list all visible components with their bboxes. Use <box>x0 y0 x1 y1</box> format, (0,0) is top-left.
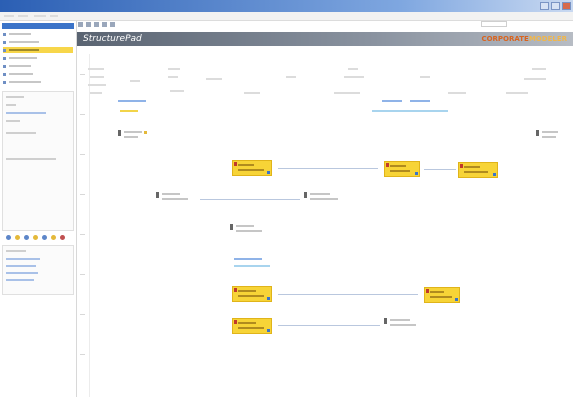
sidebar-item-icon <box>3 41 6 44</box>
connector-line <box>278 168 378 169</box>
tool-icon[interactable] <box>15 235 20 240</box>
sidebar-item-icon <box>3 65 6 68</box>
vertical-ruler <box>77 54 90 397</box>
layer-item[interactable] <box>6 265 36 267</box>
connector-line <box>200 199 300 200</box>
sidebar <box>0 21 77 397</box>
layer-item[interactable] <box>6 272 38 274</box>
sidebar-item-7[interactable] <box>3 79 73 85</box>
diagram-node[interactable] <box>536 130 570 142</box>
back-icon[interactable] <box>78 22 83 27</box>
panel-label <box>6 104 16 106</box>
highlighted-node[interactable] <box>458 162 498 178</box>
tool-icon[interactable] <box>24 235 29 240</box>
brand-logo: CORPORATEMODELER <box>481 35 567 43</box>
tool-palette <box>6 235 72 241</box>
tool-icon[interactable] <box>60 235 65 240</box>
sidebar-item-4[interactable] <box>3 55 73 61</box>
diagram-node[interactable] <box>384 318 424 330</box>
sidebar-item-icon <box>3 73 6 76</box>
panel-label <box>6 96 24 98</box>
sidebar-item-icon <box>3 81 6 84</box>
sidebar-item-icon <box>3 33 6 36</box>
diagram-node[interactable] <box>230 224 274 236</box>
diagram-node[interactable] <box>156 192 196 204</box>
column-link[interactable] <box>382 100 402 102</box>
sidebar-item-1[interactable] <box>3 31 73 37</box>
close-button[interactable] <box>562 2 571 10</box>
panel-label <box>6 250 26 252</box>
panel-label <box>6 120 20 122</box>
sidebar-item-label <box>9 33 31 35</box>
menu-item-3[interactable] <box>34 15 46 17</box>
forward-icon[interactable] <box>86 22 91 27</box>
minimize-button[interactable] <box>540 2 549 10</box>
highlighted-node[interactable] <box>232 286 272 302</box>
sidebar-item-label <box>9 81 41 83</box>
highlighted-node[interactable] <box>232 160 272 176</box>
sidebar-item-5[interactable] <box>3 63 73 69</box>
connector-line <box>278 294 418 295</box>
tool-icon[interactable] <box>6 235 11 240</box>
panel-label <box>6 158 56 160</box>
layer-item[interactable] <box>6 279 34 281</box>
panel-label <box>6 132 36 134</box>
diagram-node[interactable] <box>232 256 272 270</box>
connector-line <box>424 169 456 170</box>
column-marker <box>120 110 138 112</box>
sidebar-item-3-active[interactable] <box>3 47 73 53</box>
menu-bar <box>0 12 573 21</box>
tool-icon[interactable] <box>51 235 56 240</box>
properties-panel <box>2 91 74 231</box>
logo-text: CORPORATE <box>481 35 529 43</box>
panel-value <box>6 112 46 114</box>
close-doc-icon[interactable] <box>94 22 99 27</box>
column-marker <box>372 110 448 112</box>
layer-item[interactable] <box>6 258 40 260</box>
tool-icon[interactable] <box>33 235 38 240</box>
layers-panel <box>2 245 74 295</box>
connector-line <box>278 325 380 326</box>
sidebar-item-label <box>9 49 39 51</box>
sidebar-item-icon <box>3 57 6 60</box>
toolbar <box>78 22 158 28</box>
column-link[interactable] <box>118 100 146 102</box>
highlighted-node[interactable] <box>424 287 460 303</box>
search-input[interactable] <box>481 21 507 27</box>
tool-icon[interactable] <box>42 235 47 240</box>
column-link[interactable] <box>410 100 430 102</box>
refresh-icon[interactable] <box>102 22 107 27</box>
sidebar-item-label <box>9 73 33 75</box>
sidebar-header <box>2 23 74 29</box>
menu-item-2[interactable] <box>18 15 28 17</box>
sidebar-item-icon <box>3 49 6 52</box>
app-banner: StructurePad CORPORATEMODELER <box>77 32 573 46</box>
highlighted-node[interactable] <box>384 161 420 177</box>
maximize-button[interactable] <box>551 2 560 10</box>
diagram-node[interactable] <box>118 130 158 142</box>
sidebar-item-label <box>9 57 37 59</box>
sidebar-item-2[interactable] <box>3 39 73 45</box>
sidebar-item-label <box>9 41 39 43</box>
diagram-node[interactable] <box>304 192 348 204</box>
window-title-bar <box>0 0 573 12</box>
menu-item-4[interactable] <box>50 15 58 17</box>
logo-accent: MODELER <box>528 35 567 43</box>
sidebar-item-label <box>9 65 31 67</box>
home-icon[interactable] <box>110 22 115 27</box>
app-name: StructurePad <box>83 34 142 44</box>
sidebar-item-6[interactable] <box>3 71 73 77</box>
highlighted-node[interactable] <box>232 318 272 334</box>
menu-item-1[interactable] <box>4 15 14 17</box>
